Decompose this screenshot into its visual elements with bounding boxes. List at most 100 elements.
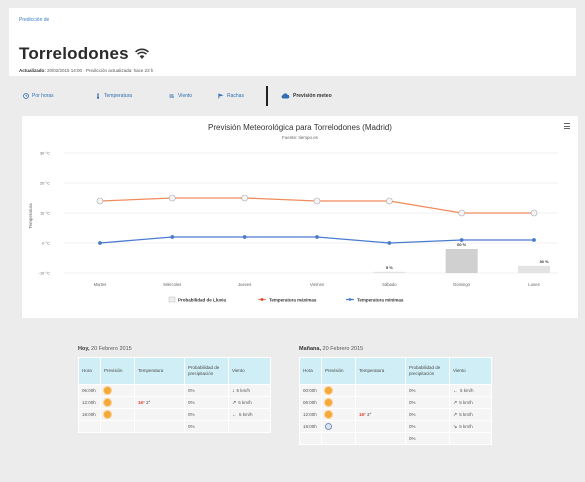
wind-speed: 5 km/h	[236, 387, 251, 393]
legend-min[interactable]: Temperatura mínimas	[357, 298, 404, 303]
cell-viento: ↗ 5 km/h	[228, 396, 271, 409]
x-tick-label: Miércoles	[163, 282, 181, 287]
tab-viento[interactable]: Viento	[169, 90, 192, 102]
cell-viento: ← 5 km/h	[228, 408, 271, 421]
wind-speed: 5 km/h	[459, 399, 473, 405]
breadcrumb[interactable]: Predicción de	[19, 17, 49, 23]
tab-por-horas[interactable]: Por horas	[23, 90, 54, 102]
tab-temperatura[interactable]: Temperatura	[95, 90, 132, 102]
forecast-chart: Previsión Meteorológica para Torrelodone…	[22, 116, 578, 318]
wind-icon	[169, 94, 174, 98]
data-point[interactable]	[98, 241, 102, 245]
y-tick-label: -10 °C	[39, 271, 50, 276]
cell-probabilidad: 0%	[184, 420, 229, 433]
data-point[interactable]	[387, 241, 392, 245]
cell-hora	[78, 420, 101, 433]
data-point[interactable]	[386, 197, 393, 205]
tab-prevision-meteo[interactable]: Previsión meteo	[281, 90, 332, 102]
location-header: Predicción de Torrelodones Actualizado: …	[9, 8, 576, 76]
chart-menu-icon[interactable]	[564, 123, 570, 130]
cell-hora: 06:00h	[299, 396, 322, 409]
y-tick-label: 20 °C	[40, 181, 50, 186]
legend-precip[interactable]: Probabilidad de Lluvia	[178, 298, 227, 303]
cell-viento: ← 5 km/h	[449, 384, 492, 397]
col-temperatura: Temperatura	[134, 357, 185, 385]
cell-probabilidad: 0%	[184, 408, 229, 421]
tomorrow-title-date: 20 Febrero 2015	[321, 346, 364, 352]
cell-hora: 00:00h	[299, 384, 322, 397]
data-point[interactable]	[532, 238, 536, 242]
data-point[interactable]	[458, 209, 465, 217]
precip-bar[interactable]	[373, 271, 406, 273]
cell-viento	[449, 432, 492, 445]
today-title-bold: Hoy,	[78, 346, 90, 352]
legend-marker-min	[348, 298, 352, 301]
data-point[interactable]	[169, 194, 176, 202]
data-point[interactable]	[241, 194, 248, 202]
cell-viento: ↘ 5 km/h	[449, 420, 492, 433]
wind-direction-icon: ↓	[232, 387, 235, 394]
update-label: Actualizado:	[19, 68, 48, 73]
data-point[interactable]	[242, 235, 247, 239]
cell-temperatura	[134, 408, 185, 421]
table-row: 06:00h 0% ↓ 5 km/h	[78, 384, 271, 397]
cell-hora: 12:00h	[78, 396, 101, 409]
cell-prevision	[321, 432, 356, 445]
x-tick-label: Lunes	[528, 282, 539, 287]
y-axis-label: Temperatura	[28, 203, 33, 229]
y-tick-label: 30 °C	[40, 151, 50, 156]
tab-label: Previsión meteo	[293, 93, 332, 99]
cell-temperatura	[355, 396, 406, 409]
col-probabilidad: Probabilidad de precipitación	[405, 357, 450, 385]
sun-icon	[325, 398, 332, 406]
tomorrow-table: Hora Previsión Temperatura Probabilidad …	[299, 357, 492, 445]
chart-svg: Previsión Meteorológica para Torrelodone…	[28, 123, 558, 303]
data-point[interactable]	[459, 238, 464, 242]
temp-min: 2°	[367, 412, 372, 417]
data-point[interactable]	[170, 235, 175, 239]
table-row: 18:00h 0% ← 5 km/h	[78, 408, 271, 421]
sun-icon	[104, 398, 111, 406]
precip-bar[interactable]	[518, 265, 550, 273]
cell-hora: 18:00h	[78, 408, 101, 421]
precip-label: 60 %	[457, 242, 467, 247]
wind-direction-icon: ←	[453, 387, 458, 394]
today-title-date: 20 Febrero 2015	[89, 346, 132, 352]
tomorrow-title-bold: Mañana,	[299, 346, 322, 352]
data-point[interactable]	[315, 235, 319, 239]
today-title: Hoy, 20 Febrero 2015	[78, 346, 271, 352]
cell-hora	[299, 432, 322, 445]
cell-temperatura	[355, 432, 406, 445]
col-viento: Viento	[228, 357, 271, 385]
wind-direction-icon: ↗	[232, 399, 237, 406]
legend-max[interactable]: Temperatura máximas	[269, 298, 317, 303]
table-row: 0%	[299, 432, 492, 445]
cell-hora: 06:00h	[78, 384, 101, 397]
x-tick-label: Martes	[94, 282, 107, 287]
y-tick-label: 10 °C	[40, 211, 50, 216]
wind-direction-icon: ↗	[453, 411, 458, 418]
data-point[interactable]	[530, 209, 538, 217]
wind-speed: 5 km/h	[459, 423, 473, 429]
temp-max: 16°	[359, 412, 366, 417]
precip-bar[interactable]	[445, 249, 478, 273]
cell-viento: ↓ 5 km/h	[228, 384, 271, 397]
today-table: Hora Previsión Temperatura Probabilidad …	[78, 357, 271, 433]
data-point[interactable]	[313, 197, 321, 205]
x-tick-label: Domingo	[453, 282, 470, 287]
wind-speed: 5 km/h	[239, 411, 253, 417]
tab-rachas[interactable]: Rachas	[218, 90, 244, 102]
wind-direction-icon: ←	[232, 411, 237, 418]
data-point[interactable]	[96, 197, 104, 205]
cell-probabilidad: 0%	[405, 384, 450, 397]
precip-label: 30 %	[539, 259, 549, 264]
update-info: Actualizado: 20/02/2015 14:00 · Predicci…	[19, 68, 153, 73]
cell-prevision	[321, 408, 356, 421]
sun-icon	[325, 386, 332, 394]
legend-marker-max	[260, 298, 264, 301]
cell-prevision	[321, 396, 356, 409]
moon-icon	[325, 422, 332, 430]
x-tick-label: Viernes	[310, 282, 324, 287]
precip-label: 5 %	[386, 265, 393, 270]
cell-temperatura	[355, 384, 406, 397]
